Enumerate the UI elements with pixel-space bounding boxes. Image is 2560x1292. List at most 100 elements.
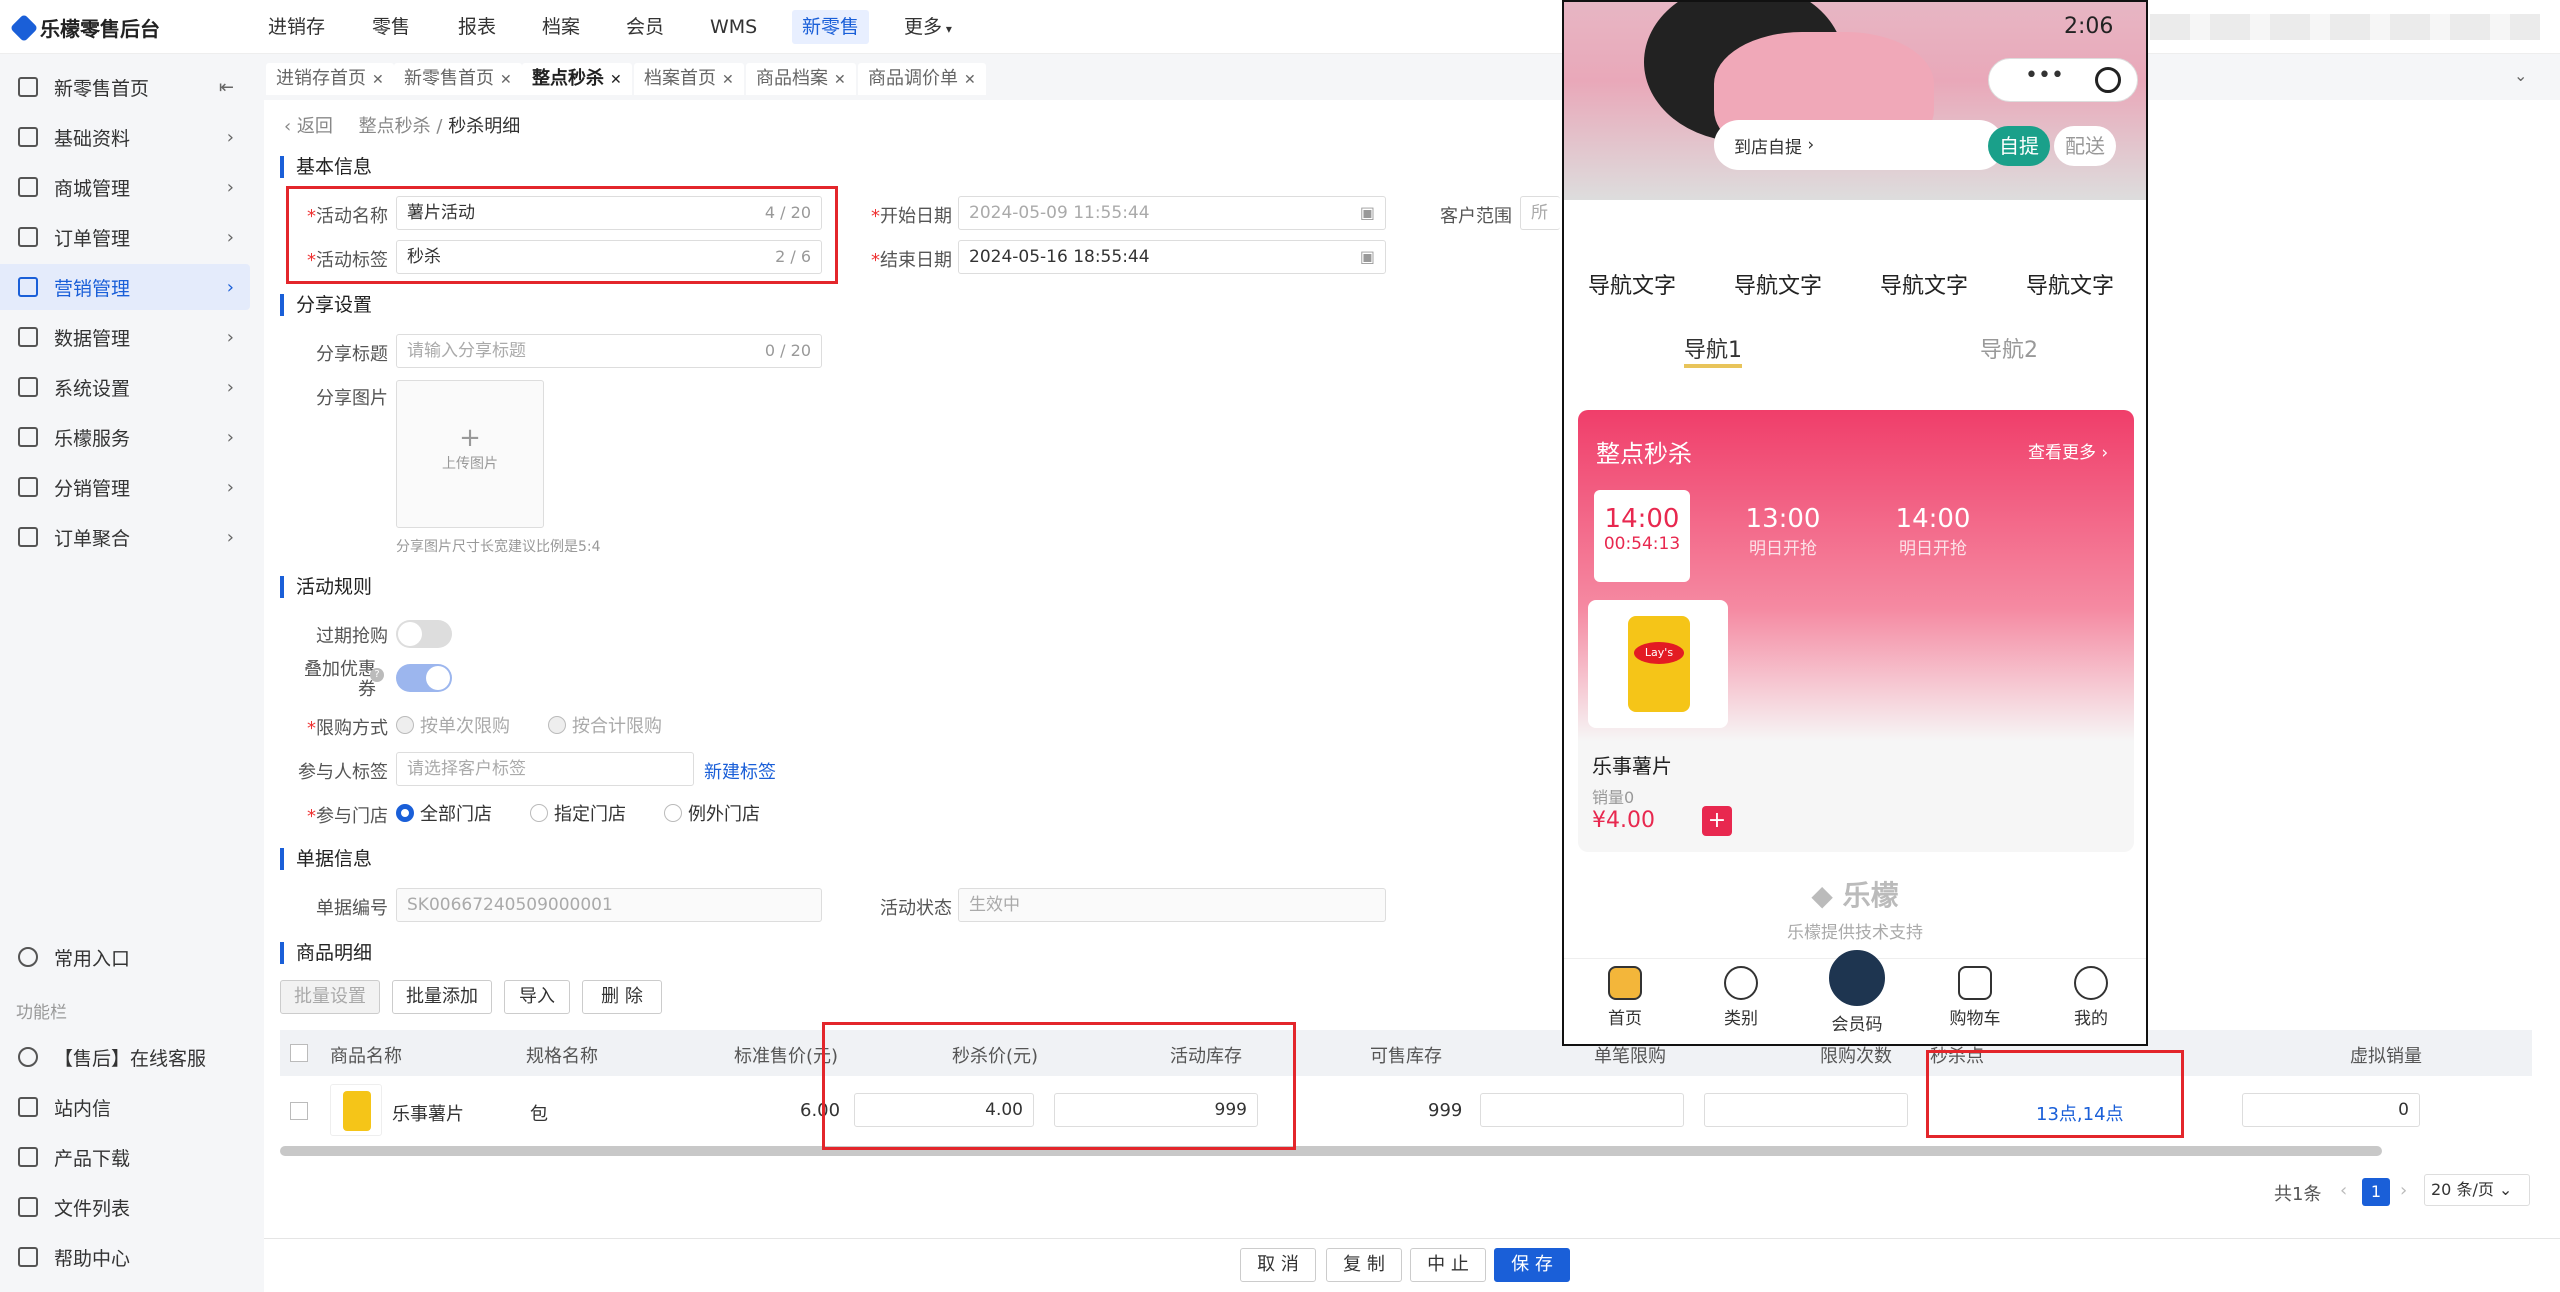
topnav-more[interactable]: 更多 ▾ — [894, 0, 962, 54]
customer-scope-select[interactable]: 所有 — [1520, 196, 1560, 230]
topnav-new-retail[interactable]: 新零售 — [792, 10, 870, 44]
sidebar-messages[interactable]: 站内信 — [0, 1084, 250, 1130]
single-limit-input[interactable] — [1480, 1093, 1684, 1127]
pickup-toggle-option[interactable]: 自提 — [1988, 126, 2050, 166]
tab-archive-home[interactable]: 档案首页 ✕ — [634, 63, 744, 95]
topnav-wms[interactable]: WMS — [700, 0, 767, 54]
prev-page-icon[interactable]: ‹ — [2340, 1180, 2347, 1201]
stack-coupon-toggle[interactable] — [396, 664, 452, 692]
sidebar-item-shop[interactable]: 商城管理 › — [0, 164, 250, 210]
topnav-report[interactable]: 报表 — [448, 0, 506, 54]
grid-icon — [18, 127, 38, 147]
seckill-more-link[interactable]: 查看更多 › — [2028, 438, 2108, 463]
delivery-toggle-option[interactable]: 配送 — [2054, 126, 2116, 166]
close-icon[interactable]: ✕ — [372, 72, 384, 88]
tab-price-adjust[interactable]: 商品调价单 ✕ — [858, 63, 986, 95]
store-specified-radio[interactable]: 指定门店 — [530, 800, 626, 826]
store-except-radio[interactable]: 例外门店 — [664, 800, 760, 826]
tabs-dropdown-icon[interactable]: ⌄ — [2514, 66, 2527, 85]
close-miniapp-icon[interactable] — [2095, 67, 2121, 93]
sidebar-item-service[interactable]: 乐檬服务 › — [0, 414, 250, 460]
expire-purchase-toggle[interactable] — [396, 620, 452, 648]
tab-new-retail-home[interactable]: 新零售首页 ✕ — [394, 63, 522, 95]
sidebar-online-service[interactable]: 【售后】在线客服 — [0, 1034, 250, 1080]
miniapp-capsule[interactable]: ••• — [1988, 58, 2138, 102]
tabbar-category[interactable]: 类别 — [1696, 966, 1786, 1029]
sidebar-item-settings[interactable]: 系统设置 › — [0, 364, 250, 410]
sidebar-item-data[interactable]: 数据管理 › — [0, 314, 250, 360]
import-button[interactable]: 导入 — [504, 980, 570, 1014]
nav-word-2[interactable]: 导航文字 — [1718, 268, 1838, 300]
sidebar-help[interactable]: 帮助中心 — [0, 1234, 250, 1280]
topnav-jxc[interactable]: 进销存 — [258, 0, 335, 54]
tab-goods-archive[interactable]: 商品档案 ✕ — [746, 63, 856, 95]
sidebar-item-basic[interactable]: 基础资料 › — [0, 114, 250, 160]
start-date-input[interactable]: 2024-05-09 11:55:44 ▣ — [958, 196, 1386, 230]
back-link[interactable]: ‹ 返回 — [284, 116, 333, 137]
tab-seckill[interactable]: 整点秒杀 ✕ — [522, 63, 632, 95]
more-dots-icon[interactable]: ••• — [2025, 63, 2064, 88]
sidebar-item-aggregate[interactable]: 订单聚合 › — [0, 514, 250, 560]
horizontal-scrollbar[interactable] — [280, 1146, 2382, 1156]
batch-add-button[interactable]: 批量添加 — [392, 980, 492, 1014]
topnav-member[interactable]: 会员 — [616, 0, 674, 54]
participant-tag-select[interactable]: 请选择客户标签 — [396, 752, 694, 786]
time-slot-2[interactable]: 13:00 明日开抢 — [1728, 504, 1838, 559]
cancel-button[interactable]: 取 消 — [1240, 1248, 1316, 1282]
close-icon[interactable]: ✕ — [722, 72, 734, 88]
sidebar-item-order[interactable]: 订单管理 › — [0, 214, 250, 260]
pickup-address-pill[interactable]: 到店自提 › — [1714, 120, 2004, 170]
limit-single-radio[interactable]: 按单次限购 — [396, 712, 510, 738]
end-date-input[interactable]: 2024-05-16 18:55:44 ▣ — [958, 240, 1386, 274]
info-icon[interactable]: ? — [370, 668, 384, 682]
page-size-select[interactable]: 20 条/页 ⌄ — [2424, 1174, 2530, 1206]
close-icon[interactable]: ✕ — [834, 72, 846, 88]
stop-button[interactable]: 中 止 — [1410, 1248, 1486, 1282]
next-page-icon[interactable]: › — [2400, 1180, 2407, 1201]
nav-word-1[interactable]: 导航文字 — [1572, 268, 1692, 300]
close-icon[interactable]: ✕ — [500, 72, 512, 88]
limit-total-radio[interactable]: 按合计限购 — [548, 712, 662, 738]
app-logo[interactable]: 乐檬零售后台 — [9, 13, 160, 42]
virtual-sales-input[interactable]: 0 — [2242, 1093, 2420, 1127]
product-image[interactable]: Lay's — [1588, 600, 1728, 728]
store-all-radio[interactable]: 全部门店 — [396, 800, 492, 826]
breadcrumb-parent[interactable]: 整点秒杀 — [359, 116, 431, 137]
time-slot-3[interactable]: 14:00 明日开抢 — [1878, 504, 1988, 559]
activity-tag-input[interactable]: 秒杀 2 / 6 — [396, 240, 822, 274]
topnav-archive[interactable]: 档案 — [532, 0, 590, 54]
close-icon[interactable]: ✕ — [964, 72, 976, 88]
nav-tab-2[interactable]: 导航2 — [1980, 332, 2038, 364]
row-checkbox[interactable] — [290, 1102, 308, 1120]
tabbar-cart[interactable]: 购物车 — [1930, 966, 2020, 1029]
tabbar-home[interactable]: 首页 — [1580, 966, 1670, 1029]
tab-jxc-home[interactable]: 进销存首页 ✕ — [266, 63, 394, 95]
nav-word-4[interactable]: 导航文字 — [2010, 268, 2130, 300]
tabbar-mine[interactable]: 我的 — [2046, 966, 2136, 1029]
copy-button[interactable]: 复 制 — [1326, 1248, 1402, 1282]
sidebar-files[interactable]: 文件列表 — [0, 1184, 250, 1230]
add-to-cart-icon[interactable]: + — [1702, 806, 1732, 836]
sidebar-common-entry[interactable]: 常用入口 — [0, 934, 250, 980]
share-title-input[interactable]: 请输入分享标题 0 / 20 — [396, 334, 822, 368]
limit-times-input[interactable] — [1704, 1093, 1908, 1127]
tabbar-member-code[interactable]: 会员码 — [1812, 950, 1902, 1035]
nav-word-3[interactable]: 导航文字 — [1864, 268, 1984, 300]
nav-tab-1[interactable]: 导航1 — [1684, 332, 1742, 368]
time-slot-active[interactable]: 14:00 00:54:13 — [1594, 490, 1690, 582]
page-1-button[interactable]: 1 — [2362, 1178, 2390, 1206]
close-icon[interactable]: ✕ — [610, 72, 622, 88]
delete-button[interactable]: 删 除 — [582, 980, 662, 1014]
sidebar-item-marketing[interactable]: 营销管理 › — [0, 264, 250, 310]
sidebar-item-home[interactable]: 新零售首页 ⇤ — [0, 64, 250, 110]
batch-set-button[interactable]: 批量设置 — [280, 980, 380, 1014]
upload-image-box[interactable]: + 上传图片 — [396, 380, 544, 528]
select-all-checkbox[interactable] — [290, 1044, 308, 1062]
sidebar-download[interactable]: 产品下载 — [0, 1134, 250, 1180]
new-tag-link[interactable]: 新建标签 — [704, 758, 776, 784]
activity-name-input[interactable]: 薯片活动 4 / 20 — [396, 196, 822, 230]
topnav-retail[interactable]: 零售 — [362, 0, 420, 54]
sidebar-item-distribution[interactable]: 分销管理 › — [0, 464, 250, 510]
collapse-icon[interactable]: ⇤ — [219, 77, 234, 98]
save-button[interactable]: 保 存 — [1494, 1248, 1570, 1282]
